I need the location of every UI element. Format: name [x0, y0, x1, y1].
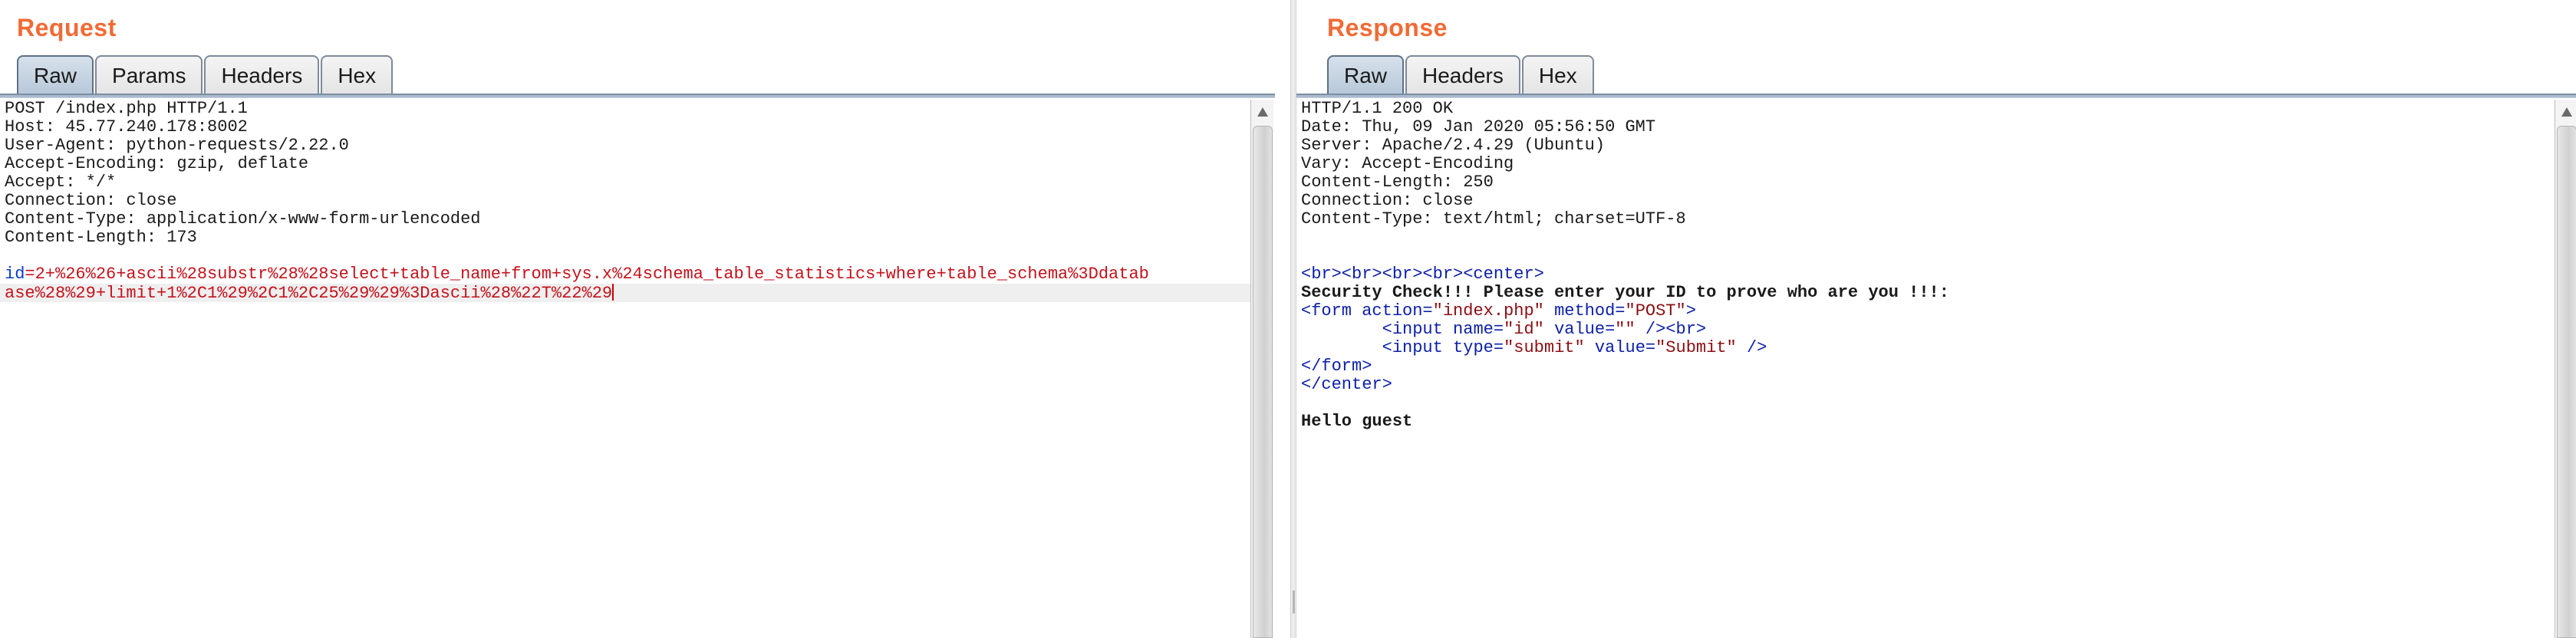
response-title: Response: [1327, 14, 1448, 41]
response-line: Vary: Accept-Encoding: [1301, 154, 1514, 173]
request-tab-params[interactable]: Params: [95, 55, 203, 95]
request-body-line-1: id=2+%26%26+ascii%28substr%28%28select+t…: [0, 265, 1250, 284]
request-tabbar: Raw Params Headers Hex: [17, 55, 394, 95]
request-scroll-thumb[interactable]: [1253, 126, 1273, 638]
response-html-line-input-id: <input name="id" value="" /><br>: [1382, 320, 1707, 339]
request-line: User-Agent: python-requests/2.22.0: [5, 136, 349, 155]
response-scrollbar[interactable]: [2555, 100, 2576, 638]
response-html-line-br: <br><br><br><br><center>: [1301, 265, 1544, 284]
response-html-line-center-close: </center>: [1301, 375, 1392, 394]
response-tab-raw[interactable]: Raw: [1327, 55, 1405, 95]
request-line: Accept-Encoding: gzip, deflate: [5, 154, 309, 173]
request-tab-headers[interactable]: Headers: [204, 55, 320, 95]
request-title: Request: [17, 14, 117, 41]
request-line: Content-Type: application/x-www-form-url…: [5, 209, 481, 229]
response-hello-text: Hello guest: [1301, 412, 1413, 431]
response-html-line-form: <form action="index.php" method="POST">: [1301, 301, 1696, 321]
pane-splitter[interactable]: [1290, 0, 1296, 638]
request-line: Accept: */*: [5, 173, 117, 192]
response-blank-line: [1296, 229, 2555, 247]
request-line: Host: 45.77.240.178:8002: [5, 117, 248, 136]
request-body-line-2: ase%28%29+limit+1%2C1%29%2C1%2C25%29%29%…: [0, 284, 1250, 303]
request-line: POST /index.php HTTP/1.1: [5, 100, 248, 118]
scroll-up-arrow-icon[interactable]: [1251, 103, 1274, 121]
response-scroll-thumb[interactable]: [2557, 126, 2576, 638]
response-pane: Response Raw Headers Hex HTTP/1.1 200 OK…: [1296, 0, 2576, 638]
body-param-value-cont: ase%28%29+limit+1%2C1%29%2C1%2C25%29%29%…: [5, 284, 613, 303]
response-editor[interactable]: HTTP/1.1 200 OK Date: Thu, 09 Jan 2020 0…: [1296, 100, 2555, 638]
request-tab-underline: [0, 94, 1275, 98]
request-tab-raw[interactable]: Raw: [17, 55, 94, 95]
response-line: Content-Length: 250: [1301, 173, 1494, 192]
response-blank-line: [1296, 394, 2555, 413]
request-line: Connection: close: [5, 191, 177, 210]
response-tab-headers[interactable]: Headers: [1405, 55, 1520, 95]
body-param-value: 2+%26%26+ascii%28substr%28%28select+tabl…: [35, 265, 1149, 284]
response-line: HTTP/1.1 200 OK: [1301, 100, 1454, 118]
response-html-line-form-close: </form>: [1301, 357, 1372, 376]
response-tab-hex[interactable]: Hex: [1521, 55, 1594, 95]
request-scrollbar[interactable]: [1250, 100, 1273, 638]
scroll-up-arrow-icon[interactable]: [2555, 103, 2576, 121]
response-html-line-input-submit: <input type="submit" value="Submit" />: [1382, 338, 1767, 357]
body-param-name: id: [5, 265, 25, 284]
response-security-text: Security Check!!! Please enter your ID t…: [1301, 283, 1949, 302]
response-line: Date: Thu, 09 Jan 2020 05:56:50 GMT: [1301, 117, 1656, 136]
request-line: Content-Length: 173: [5, 228, 197, 247]
request-line: [0, 247, 1250, 265]
response-blank-line: [1296, 247, 2555, 265]
request-editor[interactable]: POST /index.php HTTP/1.1 Host: 45.77.240…: [0, 100, 1250, 638]
response-tabbar: Raw Headers Hex: [1327, 55, 1596, 95]
text-caret: [612, 284, 614, 301]
response-tab-underline: [1296, 94, 2576, 98]
response-line: Content-Type: text/html; charset=UTF-8: [1301, 209, 1686, 229]
request-pane: Request Raw Params Headers Hex POST /ind…: [0, 0, 1290, 638]
body-equals: =: [25, 265, 35, 284]
request-tab-hex[interactable]: Hex: [321, 55, 394, 95]
response-line: Server: Apache/2.4.29 (Ubuntu): [1301, 136, 1606, 155]
response-line: Connection: close: [1301, 191, 1474, 210]
